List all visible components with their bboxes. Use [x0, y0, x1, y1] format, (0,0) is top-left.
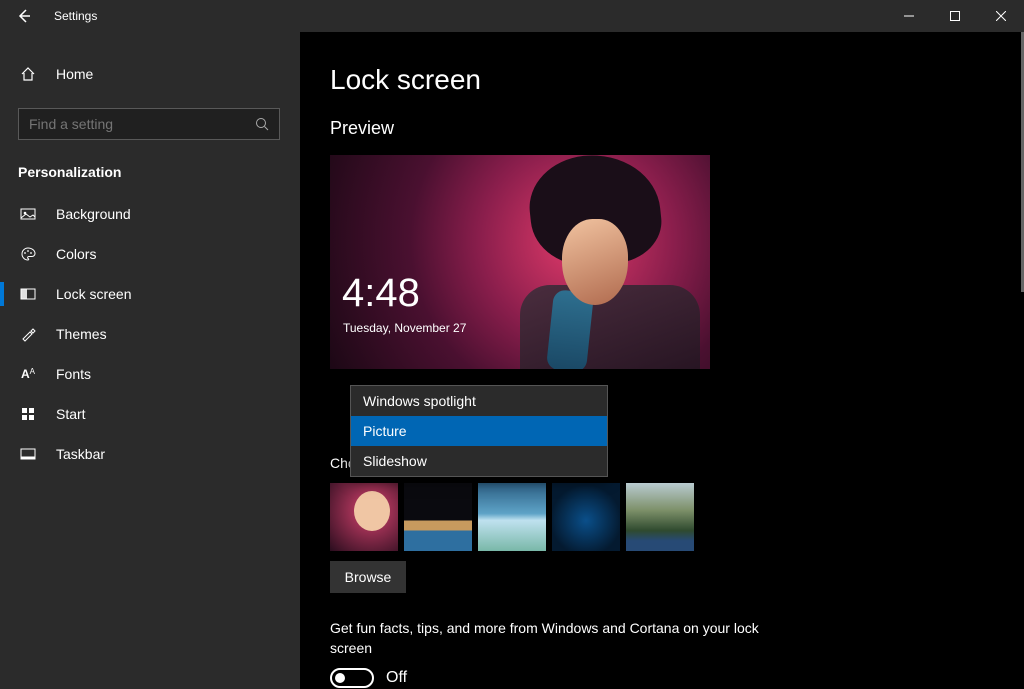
- sidebar-item-taskbar[interactable]: Taskbar: [0, 434, 300, 474]
- sidebar-item-label: Taskbar: [56, 446, 105, 462]
- preview-time: 4:48: [342, 271, 420, 316]
- fonts-icon: AA: [18, 367, 38, 381]
- titlebar: Settings: [0, 0, 1024, 32]
- category-header: Personalization: [0, 154, 300, 194]
- page-title: Lock screen: [330, 64, 1024, 96]
- sidebar-item-label: Fonts: [56, 366, 91, 382]
- sidebar-item-fonts[interactable]: AA Fonts: [0, 354, 300, 394]
- sidebar-item-background[interactable]: Background: [0, 194, 300, 234]
- close-button[interactable]: [978, 0, 1024, 32]
- sidebar-item-label: Colors: [56, 246, 96, 262]
- home-nav[interactable]: Home: [0, 54, 300, 94]
- fun-facts-toggle[interactable]: [330, 668, 374, 688]
- fun-facts-description: Get fun facts, tips, and more from Windo…: [330, 619, 770, 658]
- sidebar-item-start[interactable]: Start: [0, 394, 300, 434]
- maximize-button[interactable]: [932, 0, 978, 32]
- sidebar-item-label: Background: [56, 206, 131, 222]
- home-icon: [18, 66, 38, 82]
- sidebar-item-colors[interactable]: Colors: [0, 234, 300, 274]
- preview-date: Tuesday, November 27: [343, 321, 466, 335]
- picture-thumbnails: [330, 483, 1024, 551]
- thumbnail-3[interactable]: [478, 483, 546, 551]
- minimize-button[interactable]: [886, 0, 932, 32]
- preview-artwork: [490, 165, 700, 369]
- search-icon: [255, 117, 269, 131]
- picture-icon: [18, 206, 38, 222]
- back-button[interactable]: [0, 0, 48, 32]
- lockscreen-preview: 4:48 Tuesday, November 27: [330, 155, 710, 369]
- sidebar-item-lock-screen[interactable]: Lock screen: [0, 274, 300, 314]
- window-title: Settings: [54, 9, 886, 23]
- themes-icon: [18, 326, 38, 342]
- sidebar: Home Personalization Background Colors L…: [0, 32, 300, 689]
- browse-button[interactable]: Browse: [330, 561, 406, 593]
- fun-facts-toggle-state: Off: [386, 669, 407, 687]
- home-label: Home: [56, 66, 93, 82]
- palette-icon: [18, 246, 38, 262]
- thumbnail-4[interactable]: [552, 483, 620, 551]
- preview-heading: Preview: [330, 118, 1024, 139]
- sidebar-item-themes[interactable]: Themes: [0, 314, 300, 354]
- background-dropdown[interactable]: Windows spotlight Picture Slideshow: [350, 385, 608, 477]
- dropdown-option-picture[interactable]: Picture: [351, 416, 607, 446]
- thumbnail-1[interactable]: [330, 483, 398, 551]
- taskbar-icon: [18, 446, 38, 462]
- thumbnail-2[interactable]: [404, 483, 472, 551]
- dropdown-option-spotlight[interactable]: Windows spotlight: [351, 386, 607, 416]
- main-content: Lock screen Preview 4:48 Tuesday, Novemb…: [300, 32, 1024, 689]
- search-input[interactable]: [29, 116, 255, 132]
- sidebar-item-label: Lock screen: [56, 286, 131, 302]
- search-input-wrapper[interactable]: [18, 108, 280, 140]
- dropdown-option-slideshow[interactable]: Slideshow: [351, 446, 607, 476]
- thumbnail-5[interactable]: [626, 483, 694, 551]
- back-arrow-icon: [16, 8, 32, 24]
- start-icon: [18, 406, 38, 422]
- lockscreen-icon: [18, 286, 38, 302]
- sidebar-item-label: Start: [56, 406, 86, 422]
- window-controls: [886, 0, 1024, 32]
- sidebar-item-label: Themes: [56, 326, 107, 342]
